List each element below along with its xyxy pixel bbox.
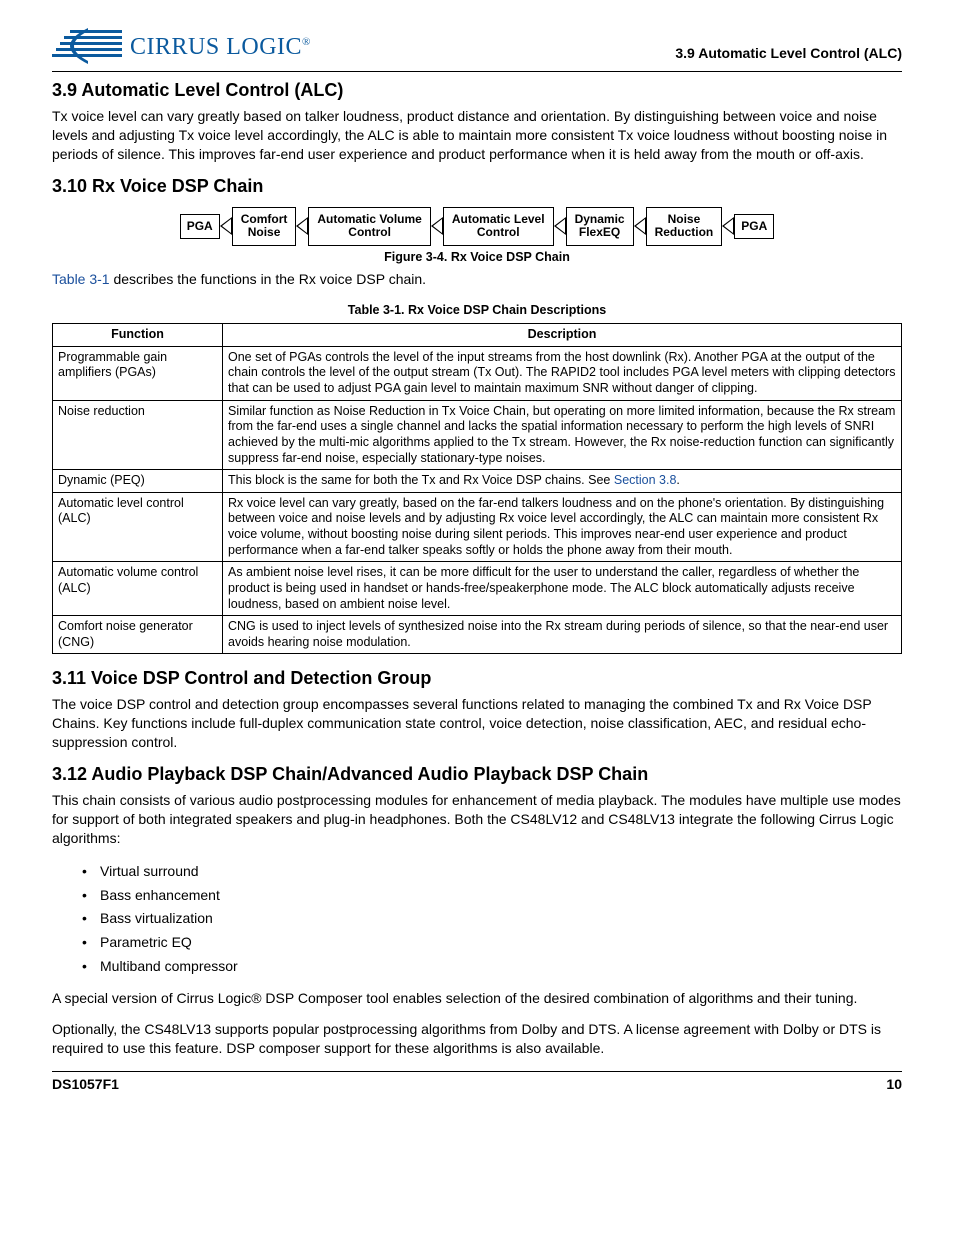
section-3-12-p3: Optionally, the CS48LV13 supports popula… [52,1020,902,1058]
chain-block-pga-in: PGA [734,214,774,240]
section-3-12-p2: A special version of Cirrus Logic® DSP C… [52,989,902,1008]
th-description: Description [223,324,902,347]
list-item: Bass virtualization [100,907,902,931]
algorithm-list: Virtual surroundBass enhancementBass vir… [52,860,902,979]
section-3-9-body: Tx voice level can vary greatly based on… [52,107,902,164]
list-item: Virtual surround [100,860,902,884]
table-row: Noise reductionSimilar function as Noise… [53,400,902,470]
cell-description: One set of PGAs controls the level of th… [223,346,902,400]
section-3-12-p1: This chain consists of various audio pos… [52,791,902,848]
list-item: Bass enhancement [100,884,902,908]
cell-description: This block is the same for both the Tx a… [223,470,902,493]
table-intro: Table 3-1 describes the functions in the… [52,270,902,289]
company-name: CIRRUS LOGIC® [130,34,311,61]
section-3-11-title: 3.11 Voice DSP Control and Detection Gro… [52,668,902,689]
header-section-ref: 3.9 Automatic Level Control (ALC) [675,45,902,61]
dsp-chain-diagram: PGA ComfortNoise Automatic VolumeControl… [52,207,902,247]
cell-function: Automatic level control (ALC) [53,492,223,562]
arrow-left-icon [220,217,232,235]
rx-voice-dsp-table: Function Description Programmable gain a… [52,323,902,654]
arrow-left-icon [554,217,566,235]
section-link[interactable]: Section 3.8 [614,473,677,487]
chain-block-alc: Automatic LevelControl [443,207,554,247]
cell-description: As ambient noise level rises, it can be … [223,562,902,616]
doc-number: DS1057F1 [52,1076,119,1092]
cell-function: Programmable gain amplifiers (PGAs) [53,346,223,400]
figure-caption: Figure 3-4. Rx Voice DSP Chain [52,250,902,264]
list-item: Multiband compressor [100,955,902,979]
chain-block-comfort-noise: ComfortNoise [232,207,297,247]
cell-description: Rx voice level can vary greatly, based o… [223,492,902,562]
arrow-left-icon [431,217,443,235]
section-3-12-title: 3.12 Audio Playback DSP Chain/Advanced A… [52,764,902,785]
arrow-left-icon [296,217,308,235]
company-logo: CIRRUS LOGIC® [52,28,311,67]
cell-function: Automatic volume control (ALC) [53,562,223,616]
table-row: Programmable gain amplifiers (PGAs)One s… [53,346,902,400]
chain-block-avc: Automatic VolumeControl [308,207,430,247]
cell-description: CNG is used to inject levels of synthesi… [223,616,902,654]
cell-function: Comfort noise generator (CNG) [53,616,223,654]
footer-rule [52,1071,902,1072]
table-intro-text: describes the functions in the Rx voice … [110,271,426,287]
section-3-10-title: 3.10 Rx Voice DSP Chain [52,176,902,197]
header-rule [52,71,902,72]
chain-block-flexeq: DynamicFlexEQ [566,207,634,247]
table-row: Dynamic (PEQ)This block is the same for … [53,470,902,493]
logo-icon [52,28,124,67]
table-caption: Table 3-1. Rx Voice DSP Chain Descriptio… [52,303,902,317]
table-3-1-link[interactable]: Table 3-1 [52,271,110,287]
arrow-left-icon [634,217,646,235]
chain-block-pga-out: PGA [180,214,220,240]
section-3-11-body: The voice DSP control and detection grou… [52,695,902,752]
table-row: Comfort noise generator (CNG)CNG is used… [53,616,902,654]
cell-function: Dynamic (PEQ) [53,470,223,493]
th-function: Function [53,324,223,347]
page-header: CIRRUS LOGIC® 3.9 Automatic Level Contro… [52,28,902,67]
page-number: 10 [886,1076,902,1092]
cell-function: Noise reduction [53,400,223,470]
table-row: Automatic level control (ALC)Rx voice le… [53,492,902,562]
section-3-9-title: 3.9 Automatic Level Control (ALC) [52,80,902,101]
table-row: Automatic volume control (ALC)As ambient… [53,562,902,616]
cell-description: Similar function as Noise Reduction in T… [223,400,902,470]
chain-block-noise-reduction: NoiseReduction [646,207,723,247]
list-item: Parametric EQ [100,931,902,955]
arrow-left-icon [722,217,734,235]
page-footer: DS1057F1 10 [52,1076,902,1092]
